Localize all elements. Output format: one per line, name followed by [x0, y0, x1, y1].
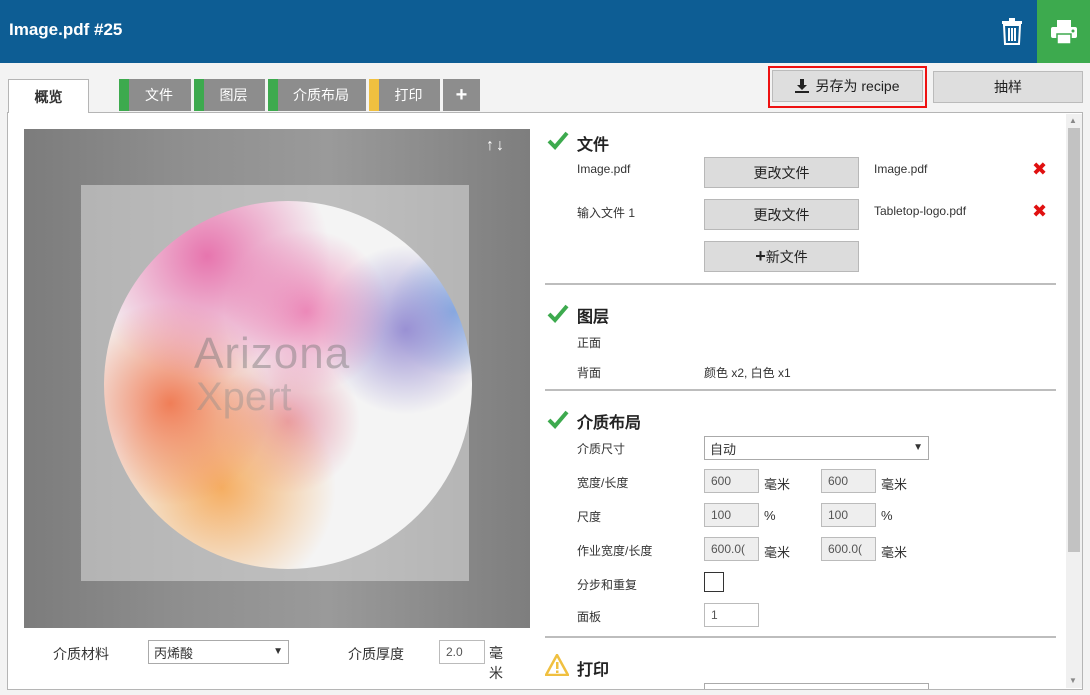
watermark-xpert: Xpert: [196, 375, 292, 419]
change-file-label: 更改文件: [753, 164, 810, 181]
tab-overview-label: 概览: [34, 88, 63, 105]
scale-y-value: 100: [828, 508, 849, 522]
percent-unit: %: [881, 508, 893, 523]
warning-icon: [545, 654, 569, 676]
length-input[interactable]: 600: [821, 469, 876, 493]
section-title-layers: 图层: [577, 309, 610, 326]
mm-unit: 毫米: [764, 545, 791, 560]
job-title: Image.pdf #25: [9, 20, 123, 39]
scale-x-input[interactable]: 100: [704, 503, 759, 527]
mm-unit: 毫米: [764, 477, 791, 492]
check-icon: [547, 304, 569, 323]
remove-file-icon[interactable]: ✖: [1032, 159, 1047, 180]
back-label: 背面: [577, 366, 602, 380]
panel-input[interactable]: 1: [704, 603, 759, 627]
job-width-value: 600.0(: [711, 542, 746, 556]
file-row-label: Image.pdf: [577, 162, 631, 176]
media-size-select[interactable]: 自动 ▼: [704, 436, 929, 460]
mm-unit: 毫米: [881, 477, 908, 492]
width-input[interactable]: 600: [704, 469, 759, 493]
media-thickness-unit: 毫米: [489, 645, 503, 681]
media-size-value: 自动: [710, 441, 737, 457]
trash-icon[interactable]: [996, 12, 1028, 50]
check-icon: [547, 131, 569, 150]
tab-overview[interactable]: 概览: [8, 79, 89, 113]
media-material-label: 介质材料: [53, 646, 109, 662]
percent-unit: %: [764, 508, 776, 523]
save-recipe-label: 另存为 recipe: [815, 78, 900, 94]
remove-file-icon[interactable]: ✖: [1032, 201, 1047, 222]
tab-media-layout-label: 介质布局: [293, 87, 349, 103]
front-label: 正面: [577, 336, 602, 350]
status-strip: [194, 79, 204, 111]
download-icon: [795, 79, 810, 93]
new-file-button[interactable]: + 新文件: [704, 241, 859, 272]
back-value: 颜色 x2, 白色 x1: [704, 366, 791, 380]
media-thickness-value: 2.0: [446, 645, 463, 659]
scroll-down-icon[interactable]: ▼: [1069, 676, 1077, 685]
job-length-value: 600.0(: [828, 542, 863, 556]
check-icon: [547, 410, 569, 429]
chevron-down-icon: ▼: [913, 442, 923, 453]
media-thickness-label: 介质厚度: [348, 646, 404, 662]
section-title-media-layout: 介质布局: [577, 415, 642, 432]
tab-print[interactable]: 打印: [369, 79, 440, 111]
up-down-arrows-icon[interactable]: ↑↓: [486, 137, 506, 155]
change-file-label: 更改文件: [753, 206, 810, 223]
change-file-button[interactable]: 更改文件: [704, 157, 859, 188]
change-file-button[interactable]: 更改文件: [704, 199, 859, 230]
section-title-files: 文件: [577, 137, 610, 154]
printer-icon[interactable]: [1037, 0, 1090, 63]
new-file-label: 新文件: [765, 248, 808, 265]
media-material-select[interactable]: 丙烯酸 ▼: [148, 640, 289, 664]
job-length-input[interactable]: 600.0(: [821, 537, 876, 561]
mm-unit: 毫米: [881, 545, 908, 560]
sample-button[interactable]: 抽样: [933, 71, 1083, 103]
panel-label: 面板: [577, 610, 602, 624]
tab-files[interactable]: 文件: [119, 79, 191, 111]
sample-label: 抽样: [994, 79, 1022, 95]
job-width-input[interactable]: 600.0(: [704, 537, 759, 561]
tab-layers-label: 图层: [219, 87, 248, 103]
tab-layers[interactable]: 图层: [194, 79, 265, 111]
file-name: Tabletop-logo.pdf: [874, 204, 967, 218]
tab-media-layout[interactable]: 介质布局: [268, 79, 366, 111]
scrollbar[interactable]: ▲ ▼: [1066, 114, 1082, 688]
header-bar: Image.pdf #25: [0, 0, 1090, 63]
tab-files-label: 文件: [145, 87, 173, 103]
divider: [545, 283, 1056, 285]
divider: [545, 636, 1056, 638]
media-thickness-input[interactable]: 2.0: [439, 640, 485, 664]
file-row-label: 输入文件 1: [577, 206, 636, 220]
width-value: 600: [711, 474, 732, 488]
scale-label: 尺度: [577, 510, 602, 524]
length-value: 600: [828, 474, 849, 488]
status-strip: [369, 79, 379, 111]
job-size-label: 作业宽度/长度: [577, 544, 653, 558]
divider: [545, 389, 1056, 391]
chevron-down-icon: ▼: [273, 646, 283, 657]
save-recipe-button[interactable]: 另存为 recipe: [772, 70, 923, 102]
width-length-label: 宽度/长度: [577, 476, 629, 490]
section-title-print: 打印: [577, 662, 610, 679]
media-size-label: 介质尺寸: [577, 442, 626, 456]
step-repeat-label: 分步和重复: [577, 578, 638, 592]
step-repeat-checkbox[interactable]: [704, 572, 724, 592]
status-strip: [119, 79, 129, 111]
scale-x-value: 100: [711, 508, 732, 522]
status-strip: [268, 79, 278, 111]
print-preview: Arizona Xpert ↑↓: [24, 129, 530, 628]
media-material-value: 丙烯酸: [154, 645, 194, 661]
scroll-up-icon[interactable]: ▲: [1069, 116, 1077, 125]
panel-value: 1: [711, 608, 718, 622]
file-name: Image.pdf: [874, 162, 928, 176]
plus-icon: +: [455, 83, 468, 106]
print-select-partial[interactable]: [704, 683, 929, 689]
tab-print-label: 打印: [394, 87, 423, 103]
scrollbar-thumb[interactable]: [1068, 128, 1080, 552]
scale-y-input[interactable]: 100: [821, 503, 876, 527]
tab-add[interactable]: +: [443, 79, 480, 111]
watermark-arizona: Arizona: [194, 329, 351, 378]
plus-icon: +: [755, 246, 766, 266]
